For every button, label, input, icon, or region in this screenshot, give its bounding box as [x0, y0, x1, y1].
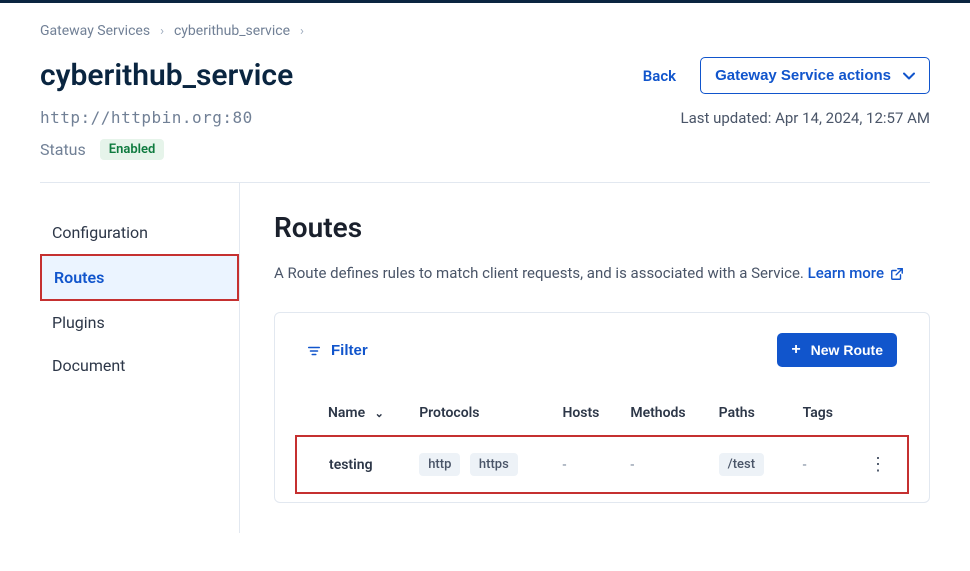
chevron-right-icon: ›: [160, 24, 164, 39]
col-hosts: Hosts: [550, 391, 618, 436]
sidebar-item-document[interactable]: Document: [40, 344, 239, 387]
cell-paths: /test: [707, 436, 791, 493]
filter-button[interactable]: Filter: [307, 342, 368, 359]
chevron-right-icon: ›: [300, 24, 304, 39]
protocol-chip: https: [470, 453, 518, 476]
service-url: http://httpbin.org:80: [40, 108, 253, 127]
more-vertical-icon: ⋮: [869, 454, 887, 475]
learn-more-link[interactable]: Learn more: [808, 264, 904, 282]
col-methods: Methods: [618, 391, 706, 436]
sidebar-item-configuration[interactable]: Configuration: [40, 211, 239, 254]
routes-card: Filter + New Route Name ⌄: [274, 312, 930, 503]
chevron-down-icon: [903, 67, 915, 84]
external-link-icon: [890, 264, 904, 282]
section-description: A Route defines rules to match client re…: [274, 264, 930, 282]
breadcrumb: Gateway Services › cyberithub_service ›: [40, 23, 930, 39]
col-name[interactable]: Name ⌄: [296, 391, 407, 436]
protocol-chip: http: [419, 453, 460, 476]
col-protocols: Protocols: [407, 391, 550, 436]
back-button[interactable]: Back: [643, 67, 676, 85]
filter-icon: [307, 342, 321, 359]
breadcrumb-root[interactable]: Gateway Services: [40, 23, 150, 39]
new-route-label: New Route: [811, 342, 883, 358]
filter-label: Filter: [331, 342, 368, 359]
status-badge: Enabled: [100, 139, 165, 160]
sort-icon: ⌄: [375, 407, 384, 420]
sidebar-item-routes[interactable]: Routes: [40, 254, 239, 301]
section-desc-text: A Route defines rules to match client re…: [274, 264, 804, 282]
status-label: Status: [40, 140, 86, 159]
new-route-button[interactable]: + New Route: [777, 333, 897, 367]
actions-button-label: Gateway Service actions: [715, 67, 891, 84]
cell-hosts: -: [550, 436, 618, 493]
col-tags: Tags: [791, 391, 852, 436]
cell-tags: -: [791, 436, 852, 493]
col-paths: Paths: [707, 391, 791, 436]
row-actions-button[interactable]: ⋮: [851, 436, 908, 493]
routes-table: Name ⌄ Protocols Hosts Methods Paths Tag…: [295, 391, 909, 494]
section-title: Routes: [274, 211, 930, 244]
cell-name: testing: [296, 436, 407, 493]
path-chip: /test: [719, 453, 764, 476]
sidebar: Configuration Routes Plugins Document: [40, 183, 240, 533]
table-row[interactable]: testing http https - - /test -: [296, 436, 908, 493]
breadcrumb-service[interactable]: cyberithub_service: [174, 23, 290, 39]
cell-methods: -: [618, 436, 706, 493]
last-updated: Last updated: Apr 14, 2024, 12:57 AM: [681, 109, 931, 127]
gateway-service-actions-button[interactable]: Gateway Service actions: [700, 57, 930, 94]
cell-protocols: http https: [407, 436, 550, 493]
plus-icon: +: [791, 341, 800, 359]
main-content: Routes A Route defines rules to match cl…: [240, 183, 930, 533]
page-title: cyberithub_service: [40, 58, 293, 93]
sidebar-item-plugins[interactable]: Plugins: [40, 301, 239, 344]
learn-more-label: Learn more: [808, 264, 884, 282]
col-name-label: Name: [328, 405, 365, 421]
